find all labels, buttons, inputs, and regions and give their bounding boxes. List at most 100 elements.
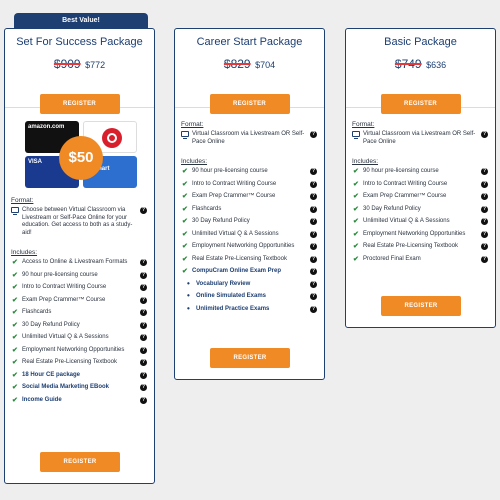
- help-icon[interactable]: ?: [140, 284, 147, 291]
- help-icon[interactable]: ?: [140, 271, 147, 279]
- feature-text: Real Estate Pre-Licensing Textbook: [363, 243, 458, 249]
- feature-text: Flashcards: [22, 309, 52, 315]
- target-dot-icon: [109, 135, 115, 141]
- check-icon: ✔: [12, 296, 18, 304]
- set-for-success-card: Set For Success Package $909 $772 REGIST…: [4, 28, 155, 484]
- check-icon: ✔: [353, 193, 359, 200]
- help-icon[interactable]: ?: [481, 255, 488, 263]
- feature-text: Intro to Contract Writing Course: [363, 180, 448, 187]
- feature-item: ✔ Employment Networking Opportunities?: [346, 230, 495, 239]
- help-icon[interactable]: ?: [310, 255, 317, 263]
- feature-text: Flashcards: [192, 205, 222, 212]
- help-icon[interactable]: ?: [481, 131, 488, 138]
- help-icon[interactable]: ?: [481, 193, 488, 200]
- feature-text: 90 hour pre-licensing course: [192, 168, 268, 174]
- help-icon[interactable]: ?: [481, 243, 488, 250]
- register-button[interactable]: REGISTER: [39, 94, 120, 114]
- check-icon: ✔: [12, 309, 18, 316]
- help-icon[interactable]: ?: [310, 180, 317, 188]
- help-icon[interactable]: ?: [140, 334, 147, 341]
- help-icon[interactable]: ?: [140, 207, 147, 214]
- feature-item: ✔ Unlimited Virtual Q & A Sessions?: [5, 334, 154, 342]
- feature-item: ✔ Intro to Contract Writing Course?: [175, 180, 324, 189]
- help-icon[interactable]: ?: [310, 193, 317, 200]
- feature-item: ✔ 30 Day Refund Policy?: [175, 218, 324, 226]
- includes-label: Includes:: [181, 158, 208, 165]
- help-icon[interactable]: ?: [310, 268, 317, 275]
- register-button-bottom[interactable]: REGISTER: [381, 296, 461, 316]
- help-icon[interactable]: ?: [310, 230, 317, 238]
- feature-item: ✔ Social Media Marketing EBook?: [5, 384, 154, 392]
- check-icon: ✔: [182, 218, 188, 225]
- check-icon: ✔: [182, 243, 188, 250]
- check-icon: ✔: [12, 346, 18, 354]
- help-icon[interactable]: ?: [140, 309, 147, 316]
- feature-text: Income Guide: [22, 396, 62, 403]
- feature-text: Exam Prep Crammer™ Course: [22, 296, 106, 303]
- format-text: Virtual Classroom via Livestream OR Self…: [363, 131, 476, 145]
- help-icon[interactable]: ?: [140, 371, 147, 379]
- help-icon[interactable]: ?: [310, 293, 317, 300]
- price: $909 $772: [5, 55, 154, 73]
- register-button[interactable]: REGISTER: [380, 94, 461, 114]
- check-icon: ✔: [182, 205, 188, 213]
- feature-text: Real Estate Pre-Licensing Textbook: [22, 359, 117, 365]
- help-icon[interactable]: ?: [140, 384, 147, 391]
- help-icon[interactable]: ?: [140, 321, 147, 329]
- help-icon[interactable]: ?: [310, 218, 317, 225]
- format-label: Format:: [352, 121, 375, 128]
- check-icon: ✔: [12, 384, 18, 391]
- feature-text: 90 hour pre-licensing course: [363, 168, 439, 174]
- feature-text: Online Simulated Exams: [196, 293, 267, 299]
- help-icon[interactable]: ?: [140, 396, 147, 404]
- format-label: Format:: [11, 197, 34, 204]
- feature-item: ✔ 90 hour pre-licensing course?: [175, 168, 324, 176]
- feature-item: ✔ Flashcards?: [5, 309, 154, 317]
- help-icon[interactable]: ?: [481, 230, 488, 238]
- feature-item: ✔ Real Estate Pre-Licensing Textbook?: [5, 359, 154, 367]
- help-icon[interactable]: ?: [481, 180, 488, 188]
- feature-text: Intro to Contract Writing Course: [22, 284, 107, 290]
- check-icon: ✔: [12, 334, 18, 341]
- new-price: $772: [85, 60, 106, 70]
- help-icon[interactable]: ?: [310, 305, 317, 313]
- help-icon[interactable]: ?: [140, 296, 147, 304]
- old-price: $829: [223, 57, 251, 71]
- feature-text: Proctored Final Exam: [363, 255, 421, 262]
- help-icon[interactable]: ?: [481, 168, 488, 175]
- register-button[interactable]: REGISTER: [209, 94, 290, 114]
- help-icon[interactable]: ?: [310, 205, 317, 213]
- feature-item: ✔ Real Estate Pre-Licensing Textbook?: [175, 255, 324, 264]
- help-icon[interactable]: ?: [310, 131, 317, 138]
- help-icon[interactable]: ?: [140, 346, 147, 354]
- check-icon: ✔: [182, 268, 188, 275]
- check-icon: ✔: [353, 180, 359, 188]
- feature-text: Real Estate Pre-Licensing Textbook: [192, 255, 287, 262]
- register-button-bottom[interactable]: REGISTER: [210, 348, 290, 368]
- feature-item: • Vocabulary Review?: [175, 279, 324, 289]
- format-label: Format:: [181, 121, 204, 128]
- monitor-icon: [181, 131, 189, 139]
- feature-text: Vocabulary Review: [196, 280, 251, 287]
- feature-item: • Online Simulated Exams?: [175, 292, 324, 301]
- check-icon: ✔: [353, 218, 359, 225]
- help-icon[interactable]: ?: [140, 259, 147, 266]
- format-option: Virtual Classroom via Livestream OR Self…: [346, 131, 495, 146]
- check-icon: ✔: [353, 255, 359, 263]
- check-icon: ✔: [12, 284, 18, 291]
- help-icon[interactable]: ?: [481, 205, 488, 213]
- check-icon: ✔: [353, 243, 359, 250]
- help-icon[interactable]: ?: [481, 218, 488, 225]
- help-icon[interactable]: ?: [310, 168, 317, 175]
- register-button-bottom[interactable]: REGISTER: [40, 452, 120, 472]
- feature-item: ✔ Access to Online & Livestream Formats?: [5, 259, 154, 267]
- basic-package-card: Basic Package $749 $636 REGISTER Format:…: [345, 28, 496, 328]
- monitor-icon: [11, 207, 19, 215]
- help-icon[interactable]: ?: [310, 243, 317, 250]
- feature-text: Employment Networking Opportunities: [192, 243, 295, 249]
- check-icon: ✔: [182, 255, 188, 263]
- check-icon: ✔: [182, 230, 188, 238]
- help-icon[interactable]: ?: [140, 359, 147, 366]
- help-icon[interactable]: ?: [310, 280, 317, 288]
- feature-text: Employment Networking Opportunities: [22, 346, 125, 353]
